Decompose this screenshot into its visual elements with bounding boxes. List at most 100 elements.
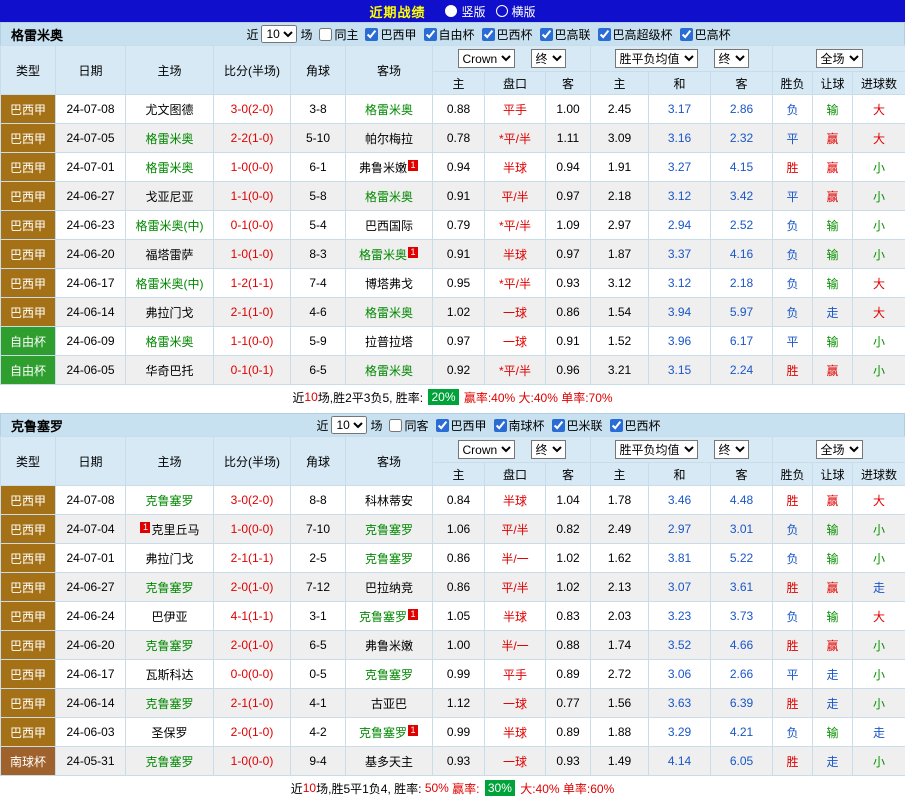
- odds-final-select[interactable]: 终: [531, 49, 566, 68]
- league-filter-checkbox[interactable]: 巴西甲: [436, 417, 487, 434]
- odds-final-select[interactable]: 终: [531, 440, 566, 459]
- page-title: 近期战绩: [369, 2, 425, 21]
- handicap-result-cell: 走: [813, 689, 853, 718]
- recent-count-select[interactable]: 10: [261, 25, 297, 43]
- league-checkbox-input[interactable]: [494, 419, 507, 432]
- league-filter-checkbox[interactable]: 巴高超级杯: [598, 26, 673, 43]
- league-cell: 巴西甲: [1, 124, 56, 153]
- lose-odds: 3.42: [711, 182, 773, 211]
- layout-radio-vertical[interactable]: 竖版: [445, 3, 485, 20]
- summary-text: 赢率:: [449, 780, 483, 797]
- wdl-average-select[interactable]: 胜平负均值: [615, 440, 698, 459]
- result-cell: 胜: [773, 356, 813, 385]
- league-filter-checkbox[interactable]: 巴高杯: [680, 26, 731, 43]
- team-link: 圣保罗: [151, 726, 187, 740]
- handicap-result-cell: 赢: [813, 631, 853, 660]
- team-link: 拉普拉塔: [365, 335, 413, 349]
- col-ah-away: 客: [546, 463, 591, 486]
- summary-text: 10: [303, 781, 316, 795]
- corners-cell: 5-4: [291, 211, 346, 240]
- score-cell: 1-0(0-0): [214, 747, 291, 776]
- league-filter-checkbox[interactable]: 巴米联: [552, 417, 603, 434]
- league-filter-label: 巴米联: [567, 417, 603, 434]
- handicap-cell: 半/一: [485, 631, 546, 660]
- league-filter-checkbox[interactable]: 自由杯: [424, 26, 475, 43]
- handicap-cell: 平/半: [485, 182, 546, 211]
- match-row: 巴西甲 24-07-04 1克里丘马 1-0(0-0) 7-10 克鲁塞罗 1.…: [1, 515, 905, 544]
- col-handicap: 盘口: [485, 463, 546, 486]
- corners-cell: 3-1: [291, 602, 346, 631]
- wdl-final-select[interactable]: 终: [714, 440, 749, 459]
- same-venue-checkbox[interactable]: 同客: [389, 417, 428, 434]
- date-cell: 24-07-08: [56, 486, 126, 515]
- goals-result-cell: 小: [853, 182, 905, 211]
- lose-odds: 2.86: [711, 95, 773, 124]
- league-checkbox-input[interactable]: [436, 419, 449, 432]
- summary-text: 10: [304, 390, 317, 404]
- league-filter-checkbox[interactable]: 巴西杯: [610, 417, 661, 434]
- odds-company-select[interactable]: Crown: [458, 49, 515, 68]
- odds-company-select[interactable]: Crown: [458, 440, 515, 459]
- team-section-2: 克鲁塞罗 近 10 场 同客 巴西甲 南球杯 巴米联 巴西: [0, 413, 905, 800]
- league-checkbox-input[interactable]: [424, 28, 437, 41]
- league-checkbox-input[interactable]: [552, 419, 565, 432]
- ah-away-odds: 0.93: [546, 747, 591, 776]
- league-filter-checkbox[interactable]: 巴西杯: [482, 26, 533, 43]
- team-name: 克鲁塞罗: [1, 416, 73, 435]
- wdl-average-select[interactable]: 胜平负均值: [615, 49, 698, 68]
- col-home: 主场: [126, 46, 214, 95]
- goals-result-cell: 小: [853, 515, 905, 544]
- league-checkbox-input[interactable]: [680, 28, 693, 41]
- league-cell: 巴西甲: [1, 269, 56, 298]
- summary-text: 50%: [425, 781, 449, 795]
- ah-away-odds: 0.97: [546, 240, 591, 269]
- match-scope-select[interactable]: 全场: [816, 49, 863, 68]
- league-checkbox-input[interactable]: [365, 28, 378, 41]
- away-team-cell: 古亚巴: [346, 689, 433, 718]
- draw-odds: 3.15: [649, 356, 711, 385]
- away-team-cell: 克鲁塞罗1: [346, 718, 433, 747]
- team-sections-container: 格雷米奥 近 10 场 同主 巴西甲 自由杯 巴西杯 巴高: [0, 22, 905, 800]
- league-checkbox-input[interactable]: [598, 28, 611, 41]
- team-link: 克鲁塞罗: [145, 755, 193, 769]
- col-score: 比分(半场): [214, 437, 291, 486]
- score-cell: 0-1(0-1): [214, 356, 291, 385]
- result-cell: 胜: [773, 689, 813, 718]
- same-venue-checkbox-input[interactable]: [319, 28, 332, 41]
- score-cell: 4-1(1-1): [214, 602, 291, 631]
- ah-home-odds: 1.00: [433, 631, 485, 660]
- league-checkbox-input[interactable]: [482, 28, 495, 41]
- home-team-cell: 华奇巴托: [126, 356, 214, 385]
- league-filter-checkbox[interactable]: 巴西甲: [365, 26, 416, 43]
- league-filter-checkbox[interactable]: 南球杯: [494, 417, 545, 434]
- score-cell: 1-1(0-0): [214, 182, 291, 211]
- same-venue-checkbox[interactable]: 同主: [319, 26, 358, 43]
- team-link: 格雷米奥: [145, 161, 193, 175]
- corners-cell: 6-5: [291, 356, 346, 385]
- handicap-cell: *平/半: [485, 356, 546, 385]
- goals-result-cell: 大: [853, 486, 905, 515]
- lose-odds: 3.61: [711, 573, 773, 602]
- match-row: 巴西甲 24-06-20 福塔雷萨 1-0(1-0) 8-3 格雷米奥1 0.9…: [1, 240, 905, 269]
- league-cell: 巴西甲: [1, 660, 56, 689]
- score-cell: 2-0(1-0): [214, 631, 291, 660]
- match-scope-select[interactable]: 全场: [816, 440, 863, 459]
- score-cell: 1-0(1-0): [214, 240, 291, 269]
- rank-badge: 1: [408, 160, 418, 171]
- col-goals-result: 进球数: [853, 463, 905, 486]
- goals-result-cell: 小: [853, 747, 905, 776]
- league-checkbox-input[interactable]: [540, 28, 553, 41]
- wdl-final-select[interactable]: 终: [714, 49, 749, 68]
- league-filter-checkbox[interactable]: 巴高联: [540, 26, 591, 43]
- layout-radio-horizontal[interactable]: 横版: [496, 3, 536, 20]
- league-checkbox-input[interactable]: [610, 419, 623, 432]
- section-header: 克鲁塞罗 近 10 场 同客 巴西甲 南球杯 巴米联 巴西: [0, 413, 905, 436]
- goals-result-cell: 小: [853, 544, 905, 573]
- handicap-result-cell: 赢: [813, 356, 853, 385]
- corners-cell: 7-12: [291, 573, 346, 602]
- handicap-result-cell: 输: [813, 327, 853, 356]
- result-cell: 胜: [773, 747, 813, 776]
- recent-count-select[interactable]: 10: [331, 416, 367, 434]
- same-venue-checkbox-input[interactable]: [389, 419, 402, 432]
- draw-odds: 3.23: [649, 602, 711, 631]
